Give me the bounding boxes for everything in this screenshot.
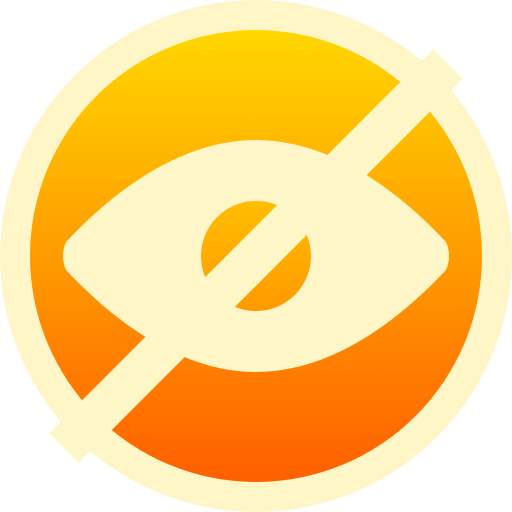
icon-canvas: [0, 0, 512, 512]
eye-slash-icon: [0, 0, 512, 512]
